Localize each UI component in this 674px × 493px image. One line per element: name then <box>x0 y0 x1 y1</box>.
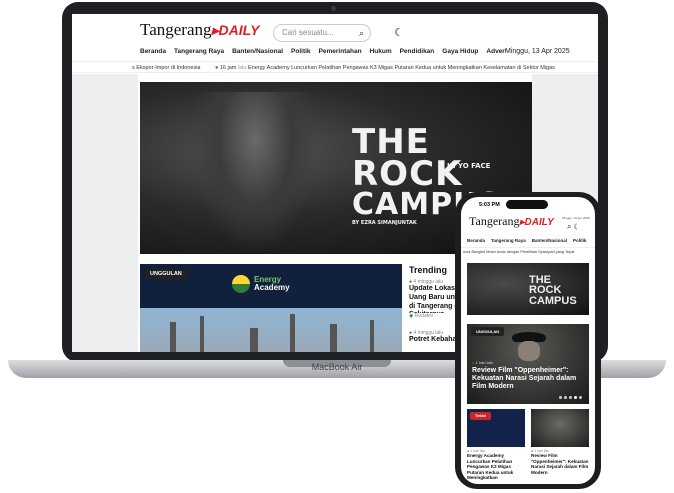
nav-item-tangerang-raya[interactable]: Tangerang Raya <box>491 238 526 243</box>
search-placeholder: Cari sesuatu... <box>282 28 334 37</box>
hero-title: THE ROCK CAMPUS <box>529 274 577 307</box>
carousel-dots[interactable] <box>559 396 582 399</box>
featured-badge: UNGGULAN <box>145 269 187 279</box>
current-date: Minggu, 13 Apr 2025 <box>562 216 590 220</box>
site-logo[interactable]: Tangerang▸DAILY <box>469 214 554 229</box>
main-nav: Beranda Tangerang Raya Banten/Nasional P… <box>467 238 586 243</box>
logo-main: Tangerang <box>140 20 212 39</box>
ticker-meta: ● 16 jam lalu <box>215 65 247 71</box>
energy-academy-icon <box>232 275 250 293</box>
search-input[interactable]: Cari sesuatu... ⌕ <box>273 24 371 42</box>
nav-item-pendidikan[interactable]: Pendidikan <box>400 48 435 55</box>
nav-item-politik[interactable]: Politik <box>573 238 587 243</box>
featured-card[interactable]: UNGGULAN Energy Academy <box>140 264 402 352</box>
ticker-item[interactable]: s Ekspor-Impor di Indonesia <box>132 65 200 71</box>
card-title[interactable]: Review Film "Oppenheimer": Kekuatan Nara… <box>472 367 582 391</box>
mini-card-thumb[interactable]: Terkini <box>467 409 525 447</box>
nav-item-politik[interactable]: Politik <box>291 48 311 55</box>
news-ticker: s Ekspor-Impor di Indonesia ● 16 jam lal… <box>72 61 598 73</box>
trending-heading: Trending <box>409 265 447 275</box>
hero-banner[interactable]: THE ROCK CAMPUS <box>467 263 589 315</box>
featured-badge: UNGGULAN <box>471 327 505 336</box>
refinery-photo <box>140 308 402 352</box>
nav-item-beranda[interactable]: Beranda <box>467 238 485 243</box>
nav-item-advertorial[interactable]: Advertorial <box>486 48 506 55</box>
phone-header-icons: ⌕ ☾ <box>567 222 579 232</box>
nav-item-hukum[interactable]: Hukum <box>370 48 392 55</box>
dark-mode-icon[interactable]: ☾ <box>394 26 404 39</box>
card-meta: 1 hari lalu <box>475 360 493 365</box>
featured-card[interactable]: UNGGULAN ● 1 hari lalu Review Film "Oppe… <box>467 324 589 404</box>
logo-accent: ▸DAILY <box>211 22 260 38</box>
device-mockup: Tangerang▸DAILY Cari sesuatu... ⌕ ☾ Bera… <box>0 0 674 493</box>
phone-screen: 5:03 PM Tangerang▸DAILY Minggu, 13 Apr 2… <box>461 197 595 484</box>
energy-academy-logo: Energy Academy <box>232 275 290 293</box>
main-nav: Beranda Tangerang Raya Banten/Nasional P… <box>140 48 506 55</box>
hero-subtitle: IN YO FACE <box>447 162 491 170</box>
nav-item-gaya-hidup[interactable]: Gaya Hidup <box>442 48 478 55</box>
phone-time: 5:03 PM <box>479 202 500 208</box>
mini-badge: Terkini <box>470 412 492 420</box>
hero-photo <box>190 92 320 252</box>
search-icon[interactable]: ⌕ <box>567 222 571 231</box>
current-date: Minggu, 13 Apr 2025 <box>505 48 570 55</box>
mini-card-text[interactable]: ● 1 hari lalu Energy Academy Luncurkan P… <box>467 449 525 481</box>
news-ticker[interactable]: mua Bengkel Motor Anda dengan Pemilihan … <box>461 247 595 256</box>
nav-item-beranda[interactable]: Beranda <box>140 48 166 55</box>
mini-card-text[interactable]: ● 1 hari lalu Review Film "Oppenheimer":… <box>531 449 589 475</box>
phone-notch <box>506 200 548 209</box>
laptop-label: MacBook Air <box>311 362 363 372</box>
side-gutter-left <box>72 74 138 352</box>
dark-mode-icon[interactable]: ☾ <box>574 222 580 231</box>
mini-card-thumb[interactable] <box>531 409 589 447</box>
site-logo[interactable]: Tangerang▸DAILY <box>140 20 260 40</box>
nav-item-pemerintahan[interactable]: Pemerintahan <box>319 48 362 55</box>
search-icon[interactable]: ⌕ <box>359 28 364 39</box>
camera-icon <box>331 6 336 11</box>
nav-item-banten-nasional[interactable]: Banten/Nasional <box>532 238 567 243</box>
nav-item-banten-nasional[interactable]: Banten/Nasional <box>232 48 283 55</box>
ticker-item[interactable]: Energy Academy Luncurkan Pelatihan Penga… <box>248 65 555 71</box>
nav-item-tangerang-raya[interactable]: Tangerang Raya <box>174 48 224 55</box>
